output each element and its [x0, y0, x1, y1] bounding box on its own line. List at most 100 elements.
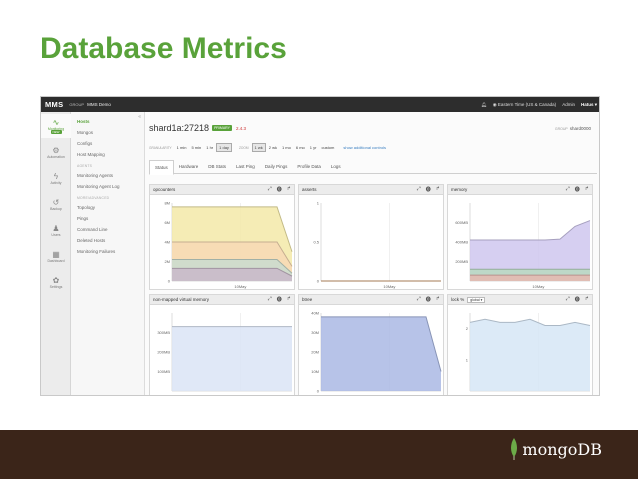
subnav-item-monitoring-agents[interactable]: Monitoring Agents [71, 170, 144, 181]
y-tick-label: 6M [164, 220, 170, 225]
subnav-item-monitoring-agent-log[interactable]: Monitoring Agent Log [71, 181, 144, 192]
granularity-option[interactable]: 5 min [189, 144, 203, 151]
chart-tools: ⤢ ⓿ ↱ [268, 186, 291, 193]
y-tick-label: 8M [164, 201, 170, 206]
new-badge: NEW [50, 130, 62, 134]
zoom-option[interactable]: 1 mo [280, 144, 293, 151]
chart-title: opcounters [153, 187, 176, 192]
info-icon[interactable]: ⓿ [277, 186, 282, 193]
tab-last-ping[interactable]: Last Ping [231, 160, 260, 174]
admin-link[interactable]: Admin [562, 102, 575, 107]
timezone-selector[interactable]: ◉ Eastern Time (US & Canada) [493, 102, 556, 108]
y-tick-label: 40M [311, 311, 319, 316]
zoom-option[interactable]: 6 mo [294, 144, 307, 151]
chart-panel: opcounters ⤢ ⓿ ↱ 0 2M 4M 6M 8M 10May [149, 184, 295, 290]
chart-btree: 0 10M 20M 30M 40M 10May [311, 311, 442, 395]
monitoring-icon: ∿ [52, 118, 60, 127]
tab-daily-pings[interactable]: Daily Pings [260, 160, 293, 174]
nav-item-activity[interactable]: ϟ Activity [41, 166, 71, 190]
share-icon[interactable]: ↱ [585, 186, 589, 193]
zoom-option[interactable]: 1 wk [251, 143, 266, 152]
info-icon[interactable]: ⓿ [277, 296, 282, 303]
y-tick-label: 2 [466, 326, 469, 331]
activity-icon: ϟ [53, 171, 59, 181]
y-tick-label: 0 [317, 279, 320, 284]
subnav-item-deleted-hosts[interactable]: Deleted Hosts [71, 235, 144, 246]
subnav-item-host-mapping[interactable]: Host Mapping [71, 149, 144, 160]
zoom-option[interactable]: custom [319, 144, 336, 151]
series-area [172, 268, 292, 281]
slide: Database Metrics MMS GROUP MMS Demo 🔔︎ ◉… [0, 0, 638, 479]
share-icon[interactable]: ↱ [287, 296, 291, 303]
chart-header: btree ⤢ ⓿ ↱ [299, 295, 443, 305]
subnav-item-monitoring-failures[interactable]: Monitoring Failures [71, 246, 144, 257]
nav-label: Dashboard [47, 258, 65, 263]
y-tick-label: 0 [168, 279, 171, 284]
y-tick-label: 200MB [455, 259, 468, 264]
version-label: 2.4.3 [235, 125, 246, 131]
tab-db-stats[interactable]: DB Stats [203, 160, 231, 174]
tab-profile-data[interactable]: Profile Data [292, 160, 326, 174]
expand-icon[interactable]: ⤢ [268, 186, 272, 193]
subnav-item-configs[interactable]: Configs [71, 138, 144, 149]
nav-item-monitoring[interactable]: ∿ Monitoring NEW [41, 114, 71, 138]
leaf-icon [511, 438, 518, 460]
subnav-item-hosts[interactable]: Hosts [71, 116, 144, 127]
chart-title: non-mapped virtual memory [153, 297, 210, 302]
chart-panel: lock % global ▾ ⤢ ⓿ ↱ 1 2 10May [447, 294, 593, 395]
subnav-item-pings[interactable]: Pings [71, 213, 144, 224]
show-controls-link[interactable]: show additional controls [343, 145, 386, 150]
share-icon[interactable]: ↱ [287, 186, 291, 193]
expand-icon[interactable]: ⤢ [268, 296, 272, 303]
user-menu[interactable]: Hatus ▾ [581, 102, 597, 108]
lock-db-selector[interactable]: global ▾ [467, 296, 486, 303]
subnav-item-topology[interactable]: Topology [71, 202, 144, 213]
info-icon[interactable]: ⓿ [426, 296, 431, 303]
info-icon[interactable]: ⓿ [575, 186, 580, 193]
y-tick-label: 2M [164, 259, 170, 264]
chart-lock-: 1 2 10May [466, 313, 591, 395]
tab-hardware[interactable]: Hardware [174, 160, 204, 174]
expand-icon[interactable]: ⤢ [566, 296, 570, 303]
y-tick-label: 0.5 [313, 240, 319, 245]
info-icon[interactable]: ⓿ [575, 296, 580, 303]
expand-icon[interactable]: ⤢ [417, 296, 421, 303]
share-icon[interactable]: ↱ [436, 186, 440, 193]
tab-status[interactable]: Status [149, 160, 174, 175]
x-tick-label: 10May [383, 284, 395, 289]
nav-item-dashboard[interactable]: ▦ Dashboard [41, 244, 71, 268]
main-content: shard1a:27218 PRIMARY 2.4.3 GROUP shard00… [145, 112, 599, 395]
chart-opcounters: 0 2M 4M 6M 8M 10May [164, 201, 293, 289]
expand-icon[interactable]: ⤢ [417, 186, 421, 193]
share-icon[interactable]: ↱ [436, 296, 440, 303]
mms-logo[interactable]: MMS [45, 100, 63, 109]
left-nav: ∿ Monitoring NEW ⚙ Automation ϟ Activity ↺ Backu… [41, 112, 71, 395]
info-icon[interactable]: ⓿ [426, 186, 431, 193]
bell-icon[interactable]: 🔔︎ [481, 102, 487, 108]
metric-tabs: Status Hardware DB Stats Last Ping Daily Pin… [149, 160, 597, 175]
nav-item-backup[interactable]: ↺ Backup [41, 192, 71, 216]
zoom-option[interactable]: 2 wk [267, 144, 279, 151]
group-selector[interactable]: MMS Demo [87, 102, 111, 107]
host-header: shard1a:27218 PRIMARY 2.4.3 [149, 123, 246, 133]
granularity-option[interactable]: 1 day [216, 143, 232, 152]
subnav-item-mongos[interactable]: Mongos [71, 127, 144, 138]
granularity-option[interactable]: 1 min [175, 144, 189, 151]
subnav-item-command-line[interactable]: Command Line [71, 224, 144, 235]
expand-icon[interactable]: ⤢ [566, 186, 570, 193]
zoom-option[interactable]: 1 yr [308, 144, 319, 151]
chart-tools: ⤢ ⓿ ↱ [417, 186, 440, 193]
granularity-option[interactable]: 1 hr [204, 144, 215, 151]
shard-group: GROUP shard0000 [554, 126, 591, 131]
nav-item-automation[interactable]: ⚙ Automation [41, 140, 71, 164]
settings-icon: ✿ [52, 275, 60, 285]
chart-asserts: 0 0.5 1 10May [313, 201, 441, 289]
tab-logs[interactable]: Logs [326, 160, 346, 174]
series-area [470, 319, 590, 391]
nav-item-settings[interactable]: ✿ Settings [41, 270, 71, 294]
share-icon[interactable]: ↱ [585, 296, 589, 303]
y-tick-label: 300MB [157, 330, 170, 335]
nav-item-users[interactable]: ♟ Users [41, 218, 71, 242]
top-bar: MMS GROUP MMS Demo 🔔︎ ◉ Eastern Time (US… [41, 97, 599, 112]
collapse-icon[interactable]: « [138, 114, 141, 120]
